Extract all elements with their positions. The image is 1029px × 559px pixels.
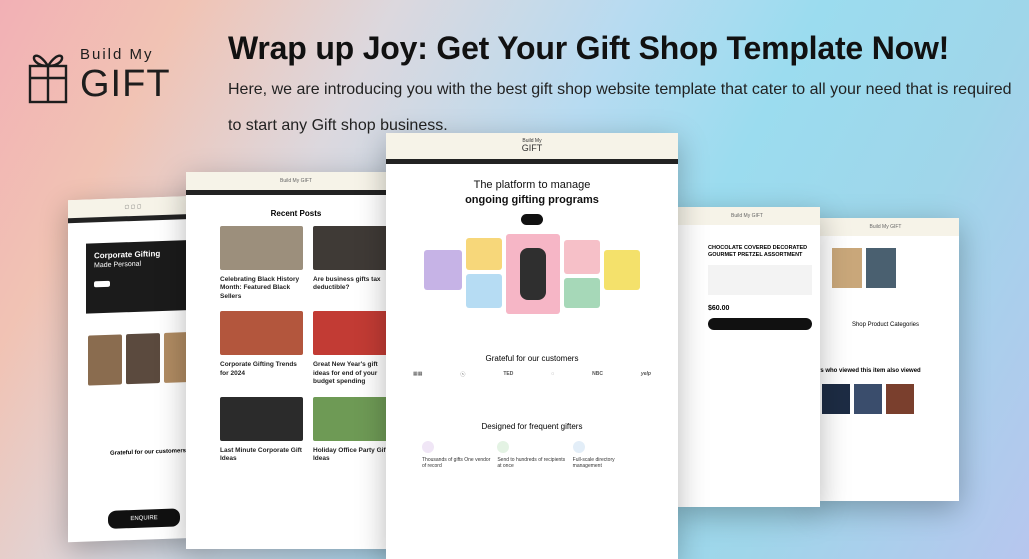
- collage-tile: [466, 273, 502, 308]
- customer-logo: NBC: [592, 371, 604, 378]
- post-card[interactable]: Are business gifts tax deductible?: [313, 226, 396, 301]
- customers-heading: Grateful for our customers: [110, 448, 187, 457]
- product-price: $60.00: [708, 305, 730, 313]
- mini-header: Build My GIFT: [812, 218, 959, 236]
- viewed-item-image[interactable]: [886, 384, 914, 414]
- post-title[interactable]: Are business gifts tax deductible?: [313, 276, 396, 293]
- category-image[interactable]: [866, 248, 896, 288]
- hero-button[interactable]: [520, 213, 544, 225]
- mini-nav-strip: [386, 159, 678, 164]
- viewed-item-image[interactable]: [854, 384, 882, 414]
- categories-heading: Shop Product Categories: [851, 322, 920, 328]
- product-image[interactable]: [88, 334, 122, 386]
- feature-item: Full-scale directory management: [572, 440, 642, 469]
- collage-tile: [564, 239, 600, 274]
- collage-tile: [604, 249, 640, 290]
- page-headline: Wrap up Joy: Get Your Gift Shop Template…: [228, 30, 950, 66]
- product-details: CHOCOLATE COVERED DECORATED GOURMET PRET…: [674, 225, 820, 331]
- brand-bottom-text: GIFT: [80, 63, 171, 105]
- directory-icon: [572, 440, 585, 453]
- product-image[interactable]: [126, 333, 160, 385]
- designed-heading: Designed for frequent gifters: [481, 421, 583, 431]
- posts-grid: Celebrating Black History Month: Feature…: [186, 226, 406, 464]
- brand-logo[interactable]: Build My GIFT: [28, 46, 171, 104]
- product-title: CHOCOLATE COVERED DECORATED GOURMET PRET…: [708, 245, 808, 259]
- customers-heading: Grateful for our customers: [485, 353, 579, 363]
- enquire-button[interactable]: ENQUIRE: [108, 508, 180, 529]
- preview-blog-page: Build My GIFT Recent Posts Celebrating B…: [186, 172, 406, 549]
- category-image[interactable]: [832, 248, 862, 288]
- preview-landing-page: Build My GIFT The platform to manage ong…: [386, 133, 678, 559]
- customer-logo: TED: [503, 371, 514, 378]
- post-title[interactable]: Celebrating Black History Month: Feature…: [220, 276, 303, 301]
- post-image: [220, 226, 303, 270]
- feature-title: Full-scale directory management: [572, 456, 615, 469]
- customer-logo: ▦▦: [412, 371, 423, 378]
- hero-button[interactable]: [94, 280, 110, 288]
- product-collage: [420, 233, 644, 324]
- gift-icon: [422, 440, 434, 453]
- post-image: [313, 396, 396, 441]
- mini-header: Build My GIFT: [674, 207, 820, 225]
- preview-product-page: Build My GIFT CHOCOLATE COVERED DECORATE…: [674, 207, 820, 507]
- post-card[interactable]: Corporate Gifting Trends for 2024: [220, 311, 303, 386]
- post-title[interactable]: Corporate Gifting Trends for 2024: [220, 361, 303, 378]
- viewed-items: [812, 374, 959, 414]
- post-image: [313, 226, 396, 270]
- hero-subtitle: Made Personal: [94, 260, 142, 270]
- customer-logos: ▦▦ ⓢ TED ◌ NBC yelp: [386, 371, 678, 378]
- customer-logo: ◌: [551, 371, 555, 378]
- feature-item: Send to hundreds of recipients at once: [497, 440, 566, 469]
- backpack-image: [520, 247, 546, 300]
- customer-logo: yelp: [640, 371, 651, 378]
- post-image: [220, 396, 303, 441]
- post-title[interactable]: Last Minute Corporate Gift Ideas: [220, 447, 303, 464]
- preview-categories-page: Build My GIFT Shop Product Categories rs…: [812, 218, 959, 501]
- category-thumbs: [812, 236, 959, 288]
- product-options[interactable]: [708, 265, 812, 296]
- product-row: [88, 331, 198, 386]
- feature-item: Thousands of gifts One vendor of record: [422, 440, 491, 469]
- post-image: [220, 311, 303, 356]
- mini-brand-bottom: GIFT: [521, 143, 543, 153]
- post-card[interactable]: Celebrating Black History Month: Feature…: [220, 226, 303, 301]
- recent-posts-title: Recent Posts: [270, 209, 322, 218]
- mini-header: Build My GIFT: [386, 133, 678, 159]
- mini-nav-strip: [186, 190, 406, 195]
- hero-banner: Corporate Gifting Made Personal: [86, 239, 198, 314]
- gift-box-icon: [28, 54, 68, 104]
- collage-tile: [424, 249, 462, 290]
- send-icon: [497, 440, 510, 453]
- collage-tile: [564, 277, 600, 308]
- post-image: [313, 311, 396, 356]
- viewed-item-image[interactable]: [822, 384, 850, 414]
- collage-tile: [466, 237, 502, 270]
- features-row: Thousands of gifts One vendor of record …: [386, 440, 678, 469]
- post-title[interactable]: Holiday Office Party Gift Ideas: [313, 447, 396, 464]
- feature-title: Thousands of gifts One vendor of record: [422, 456, 491, 469]
- hero-line-2: ongoing gifting programs: [465, 193, 599, 206]
- feature-title: Send to hundreds of recipients at once: [497, 456, 566, 469]
- post-card[interactable]: Last Minute Corporate Gift Ideas: [220, 396, 303, 464]
- mini-header: Build My GIFT: [186, 172, 406, 190]
- customer-logo: ⓢ: [460, 371, 466, 378]
- brand-top-text: Build My: [80, 46, 154, 63]
- preview-home-page: ▢ ▢ ▢ Corporate Gifting Made Personal Gr…: [68, 195, 198, 543]
- add-to-cart-button[interactable]: [708, 318, 812, 331]
- hero-section: The platform to manage ongoing gifting p…: [386, 178, 678, 226]
- post-card[interactable]: Holiday Office Party Gift Ideas: [313, 396, 396, 464]
- post-title[interactable]: Great New Year's gift ideas for end of y…: [313, 361, 396, 386]
- post-card[interactable]: Great New Year's gift ideas for end of y…: [313, 311, 396, 386]
- hero-line-1: The platform to manage: [473, 179, 591, 191]
